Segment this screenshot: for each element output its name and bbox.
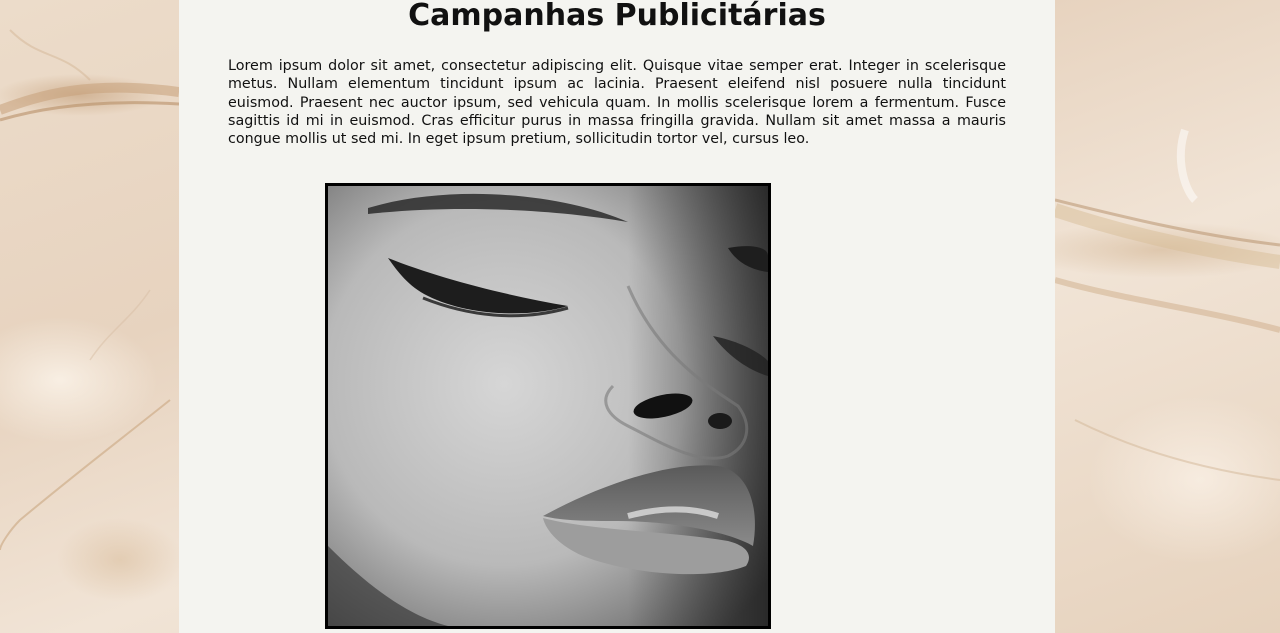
content-panel: Campanhas Publicitárias Lorem ipsum dolo…	[179, 0, 1055, 633]
marble-background-left	[0, 29, 179, 551]
campaign-photo	[325, 183, 771, 629]
page-title: Campanhas Publicitárias	[408, 0, 826, 33]
intro-paragraph: Lorem ipsum dolor sit amet, consectetur …	[228, 58, 1006, 148]
marble-background-right	[1055, 128, 1280, 481]
portrait-photo-icon	[328, 186, 768, 626]
